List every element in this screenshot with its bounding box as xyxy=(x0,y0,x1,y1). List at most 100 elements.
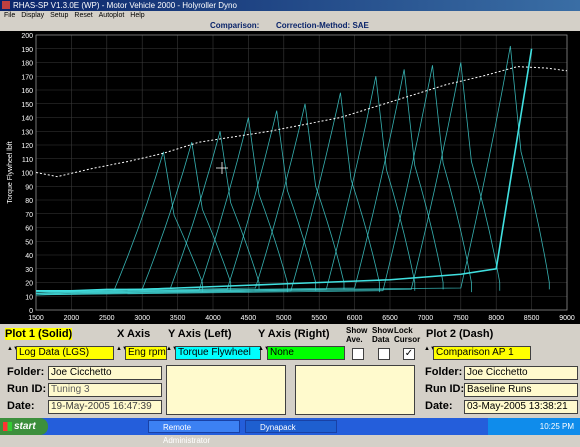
yleft-spinner-icon[interactable]: ▲▼ xyxy=(166,346,178,359)
yleft-field[interactable]: Torque Flywheel xyxy=(175,346,261,360)
taskbar: start Remote Administrator Dynapack 10:2… xyxy=(0,418,580,445)
x-tick-label: 6500 xyxy=(382,315,398,322)
run-trace xyxy=(35,117,288,296)
menu-display[interactable]: Display xyxy=(21,12,44,19)
x-tick-label: 9000 xyxy=(559,315,575,322)
y-tick-label: 20 xyxy=(25,281,33,288)
menu-bar: File Display Setup Reset Autoplot Help xyxy=(0,11,580,21)
show-ave-checkbox[interactable] xyxy=(352,348,364,360)
y-tick-label: 70 xyxy=(25,212,33,219)
plot1-source-spinner-icon[interactable]: ▲▼ xyxy=(7,346,19,359)
comparison-dash-series xyxy=(35,66,568,178)
plot2-runid-field[interactable]: Baseline Runs xyxy=(464,383,578,397)
plot1-runid-field[interactable]: Tuning 3 xyxy=(48,383,162,397)
menu-help[interactable]: Help xyxy=(130,12,144,19)
show-ave-label: Show Ave. xyxy=(346,326,368,344)
y-axis-label: Torque Flywheel lbft xyxy=(7,141,14,203)
run-trace xyxy=(35,69,444,293)
y-tick-label: 150 xyxy=(21,102,33,109)
lock-cursor-label: Lock Cursor xyxy=(394,326,421,344)
control-panel: Plot 1 (Solid) X Axis Y Axis (Left) Y Ax… xyxy=(0,324,580,418)
x-tick-label: 2500 xyxy=(99,315,115,322)
task-dynapack[interactable]: Dynapack xyxy=(245,420,337,433)
run-trace xyxy=(35,103,345,293)
title-bar: RHAS-SP V1.3.0E (WP) - Motor Vehicle 200… xyxy=(0,0,580,11)
y-tick-label: 200 xyxy=(21,33,33,40)
y-tick-label: 90 xyxy=(25,184,33,191)
torque-chart[interactable]: 0 10 20 30 40 50 60 70 80 90 100 110 120 130 140 150 160… xyxy=(0,31,580,324)
y-tick-label: 0 xyxy=(29,308,33,315)
app-icon xyxy=(2,1,10,9)
plot1-date-label: Date: xyxy=(7,400,35,412)
run-trace xyxy=(35,76,416,294)
x-tick-label: 3000 xyxy=(134,315,150,322)
x-tick-label: 4500 xyxy=(241,315,257,322)
system-tray: 10:25 PM xyxy=(488,418,580,435)
xaxis-field[interactable]: Eng rpm xyxy=(125,346,167,360)
show-data-label: Show Data xyxy=(372,326,394,344)
x-tick-label: 7500 xyxy=(453,315,469,322)
menu-setup[interactable]: Setup xyxy=(50,12,68,19)
start-label: start xyxy=(14,421,36,432)
plot1-folder-field[interactable]: Joe Cicchetto xyxy=(48,366,162,380)
plot1-notes[interactable] xyxy=(166,365,286,415)
y-tick-label: 100 xyxy=(21,171,33,178)
x-tick-label: 4000 xyxy=(205,315,221,322)
x-tick-label: 7000 xyxy=(418,315,434,322)
plot2-folder-field[interactable]: Joe Cicchetto xyxy=(464,366,578,380)
y-tick-label: 190 xyxy=(21,47,33,54)
clock: 10:25 PM xyxy=(539,422,574,431)
run-trace xyxy=(35,92,380,296)
x-tick-label: 5000 xyxy=(276,315,292,322)
show-data-checkbox[interactable] xyxy=(378,348,390,360)
plot1-date-field[interactable]: 19-May-2005 16:47:39 xyxy=(48,400,162,414)
yright-spinner-icon[interactable]: ▲▼ xyxy=(258,346,270,359)
y-tick-label: 180 xyxy=(21,61,33,68)
windows-logo-icon xyxy=(3,422,12,431)
comparison-label: Comparison: xyxy=(210,21,260,30)
yright-label: Y Axis (Right) xyxy=(258,328,330,340)
plot2-label: Plot 2 (Dash) xyxy=(426,328,494,340)
y-tick-label: 60 xyxy=(25,226,33,233)
xaxis-label: X Axis xyxy=(117,328,151,340)
chart-area[interactable]: 0 10 20 30 40 50 60 70 80 90 100 110 120 130 140 150 160… xyxy=(0,31,580,324)
y-tick-label: 30 xyxy=(25,267,33,274)
plot1-folder-label: Folder: xyxy=(7,366,45,378)
yright-field[interactable]: None xyxy=(267,346,345,360)
y-tick-label: 50 xyxy=(25,239,33,246)
x-tick-label: 6000 xyxy=(347,315,363,322)
x-tick-label: 8000 xyxy=(488,315,504,322)
run-trace xyxy=(35,65,472,296)
x-tick-label: 3500 xyxy=(170,315,186,322)
plot1-source-field[interactable]: Log Data (LGS) xyxy=(16,346,114,360)
run-trace xyxy=(35,62,501,294)
task-remote-administrator[interactable]: Remote Administrator xyxy=(148,420,240,445)
run-trace xyxy=(35,110,317,294)
plot2-source-field[interactable]: Comparison AP 1 xyxy=(433,346,531,360)
menu-file[interactable]: File xyxy=(4,12,15,19)
lock-cursor-checkbox[interactable]: ✓ xyxy=(403,348,415,360)
y-tick-label: 110 xyxy=(22,157,33,164)
y-tick-label: 170 xyxy=(21,74,33,81)
y-tick-label: 10 xyxy=(25,294,33,301)
window-title: RHAS-SP V1.3.0E (WP) - Motor Vehicle 200… xyxy=(13,1,237,10)
x-tick-label: 8500 xyxy=(524,315,540,322)
comparison-header: Comparison: Correction-Method: SAE xyxy=(0,21,580,31)
start-button[interactable]: start xyxy=(0,418,48,435)
menu-autoplot[interactable]: Autoplot xyxy=(99,12,125,19)
x-tick-label: 2000 xyxy=(64,315,80,322)
run-trace xyxy=(35,142,232,294)
y-tick-label: 40 xyxy=(25,253,33,260)
plot1-runid-label: Run ID: xyxy=(7,383,47,395)
x-tick-label: 1500 xyxy=(28,315,44,322)
plot2-date-label: Date: xyxy=(425,400,453,412)
plot2-date-field[interactable]: 03-May-2005 13:38:21 xyxy=(464,400,578,414)
plot2-runid-label: Run ID: xyxy=(425,383,465,395)
plot2-source-spinner-icon[interactable]: ▲▼ xyxy=(424,346,436,359)
menu-reset[interactable]: Reset xyxy=(74,12,92,19)
x-tick-label: 5500 xyxy=(311,315,327,322)
plot2-notes[interactable] xyxy=(295,365,415,415)
xaxis-spinner-icon[interactable]: ▲▼ xyxy=(116,346,128,359)
y-tick-label: 120 xyxy=(21,143,33,150)
yleft-label: Y Axis (Left) xyxy=(168,328,232,340)
